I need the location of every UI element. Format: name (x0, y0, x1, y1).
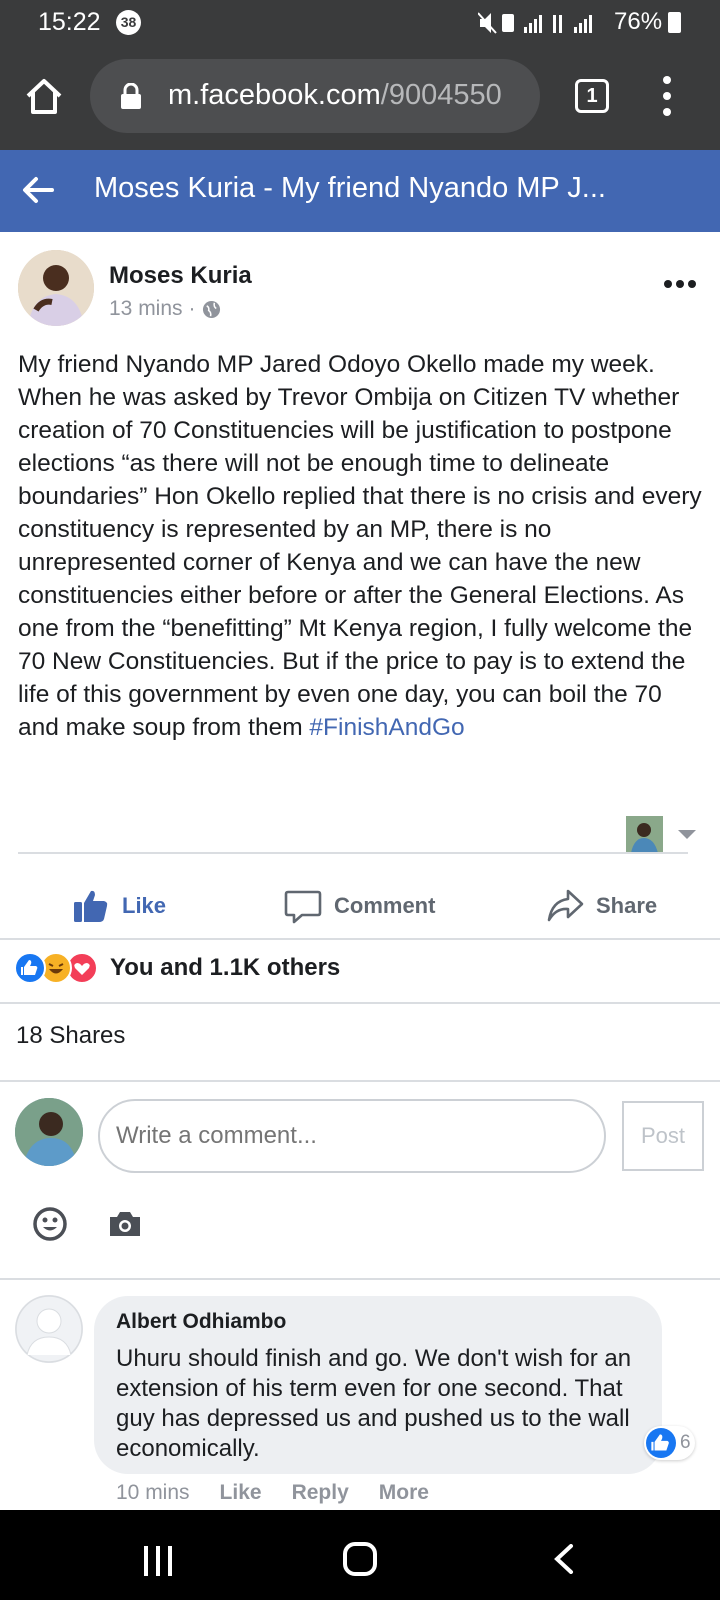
user-photo (15, 1098, 83, 1166)
post-body: My friend Nyando MP Jared Odoyo Okello m… (18, 348, 708, 744)
comment-bubble: Albert Odhiambo Uhuru should finish and … (94, 1296, 662, 1474)
comment-reply-link[interactable]: Reply (292, 1481, 349, 1505)
notification-count-badge: 38 (116, 10, 141, 35)
comment-button[interactable]: Comment (284, 886, 435, 926)
back-arrow-icon[interactable] (20, 172, 56, 208)
comment-label: Comment (334, 893, 436, 918)
battery-level: 76% (614, 8, 663, 35)
comment-actions: 10 mins Like Reply More (116, 1481, 429, 1505)
back-icon[interactable] (552, 1544, 576, 1574)
thumbs-up-icon (74, 890, 108, 922)
page-header: Moses Kuria - My friend Nyando MP J... (0, 150, 720, 232)
post-hashtag-link[interactable]: #FinishAndGo (309, 714, 464, 741)
status-icons (478, 12, 592, 34)
share-button[interactable]: Share (546, 886, 657, 926)
globe-icon (202, 300, 220, 318)
like-button[interactable]: Like (72, 886, 166, 926)
battery-icon (668, 12, 681, 33)
url-path: /9004550 (380, 79, 502, 111)
current-user-avatar (15, 1098, 83, 1166)
like-label: Like (122, 893, 167, 918)
like-reaction-icon (14, 952, 46, 984)
recent-apps-icon[interactable] (144, 1546, 178, 1576)
divider (0, 1080, 720, 1082)
divider (18, 852, 688, 854)
default-avatar-icon (15, 1295, 83, 1363)
post-options-icon[interactable] (664, 278, 696, 290)
post-time[interactable]: 13 mins (109, 297, 183, 321)
comment-time: 10 mins (116, 1481, 190, 1504)
chevron-down-icon[interactable] (678, 830, 696, 839)
camera-icon[interactable] (108, 1210, 142, 1238)
status-bar: 15:22 38 76% (0, 0, 720, 46)
browser-toolbar: m.facebook.com/9004550 1 (0, 46, 720, 150)
post-meta: 13 mins · (109, 297, 221, 321)
comment-text: Uhuru should finish and go. We don't wis… (116, 1345, 632, 1462)
emoji-icon[interactable] (32, 1206, 68, 1242)
home-button-icon[interactable] (343, 1542, 377, 1576)
browser-menu-icon[interactable] (655, 76, 679, 116)
share-icon (547, 889, 584, 922)
page-title: Moses Kuria - My friend Nyando MP J... (94, 172, 606, 204)
url-text: m.facebook.com/9004550 (168, 79, 518, 112)
author-photo (18, 250, 94, 326)
divider (0, 938, 720, 940)
post-as-avatar[interactable] (626, 816, 663, 853)
comment-icon (284, 890, 322, 924)
tab-switcher-button[interactable]: 1 (575, 79, 609, 113)
share-label: Share (596, 893, 658, 918)
commenter-avatar[interactable] (15, 1295, 83, 1363)
comment-more-link[interactable]: More (379, 1481, 429, 1505)
post-text: My friend Nyando MP Jared Odoyo Okello m… (18, 351, 702, 741)
reactions-summary[interactable]: You and 1.1K others (14, 950, 340, 986)
meta-separator: · (188, 297, 196, 320)
address-bar[interactable]: m.facebook.com/9004550 (90, 59, 540, 133)
system-navigation-bar (0, 1510, 720, 1600)
author-avatar[interactable] (18, 250, 94, 326)
url-host: m.facebook.com (168, 79, 381, 111)
user-photo (626, 816, 663, 853)
divider (0, 1278, 720, 1280)
lock-icon (121, 83, 141, 109)
comment-author-name[interactable]: Albert Odhiambo (116, 1310, 662, 1334)
status-time: 15:22 (38, 8, 101, 36)
home-icon[interactable] (24, 76, 64, 116)
comment-input[interactable] (98, 1099, 606, 1173)
comment-like-count[interactable]: 6 (644, 1426, 695, 1460)
comment-likes-number: 6 (680, 1432, 691, 1453)
like-reaction-icon (646, 1428, 676, 1458)
post-author-name[interactable]: Moses Kuria (109, 262, 252, 290)
post-comment-button[interactable]: Post (622, 1101, 704, 1171)
reactions-count: You and 1.1K others (110, 954, 341, 981)
shares-count[interactable]: 18 Shares (16, 1022, 125, 1050)
comment-like-link[interactable]: Like (220, 1481, 262, 1505)
divider (0, 1002, 720, 1004)
